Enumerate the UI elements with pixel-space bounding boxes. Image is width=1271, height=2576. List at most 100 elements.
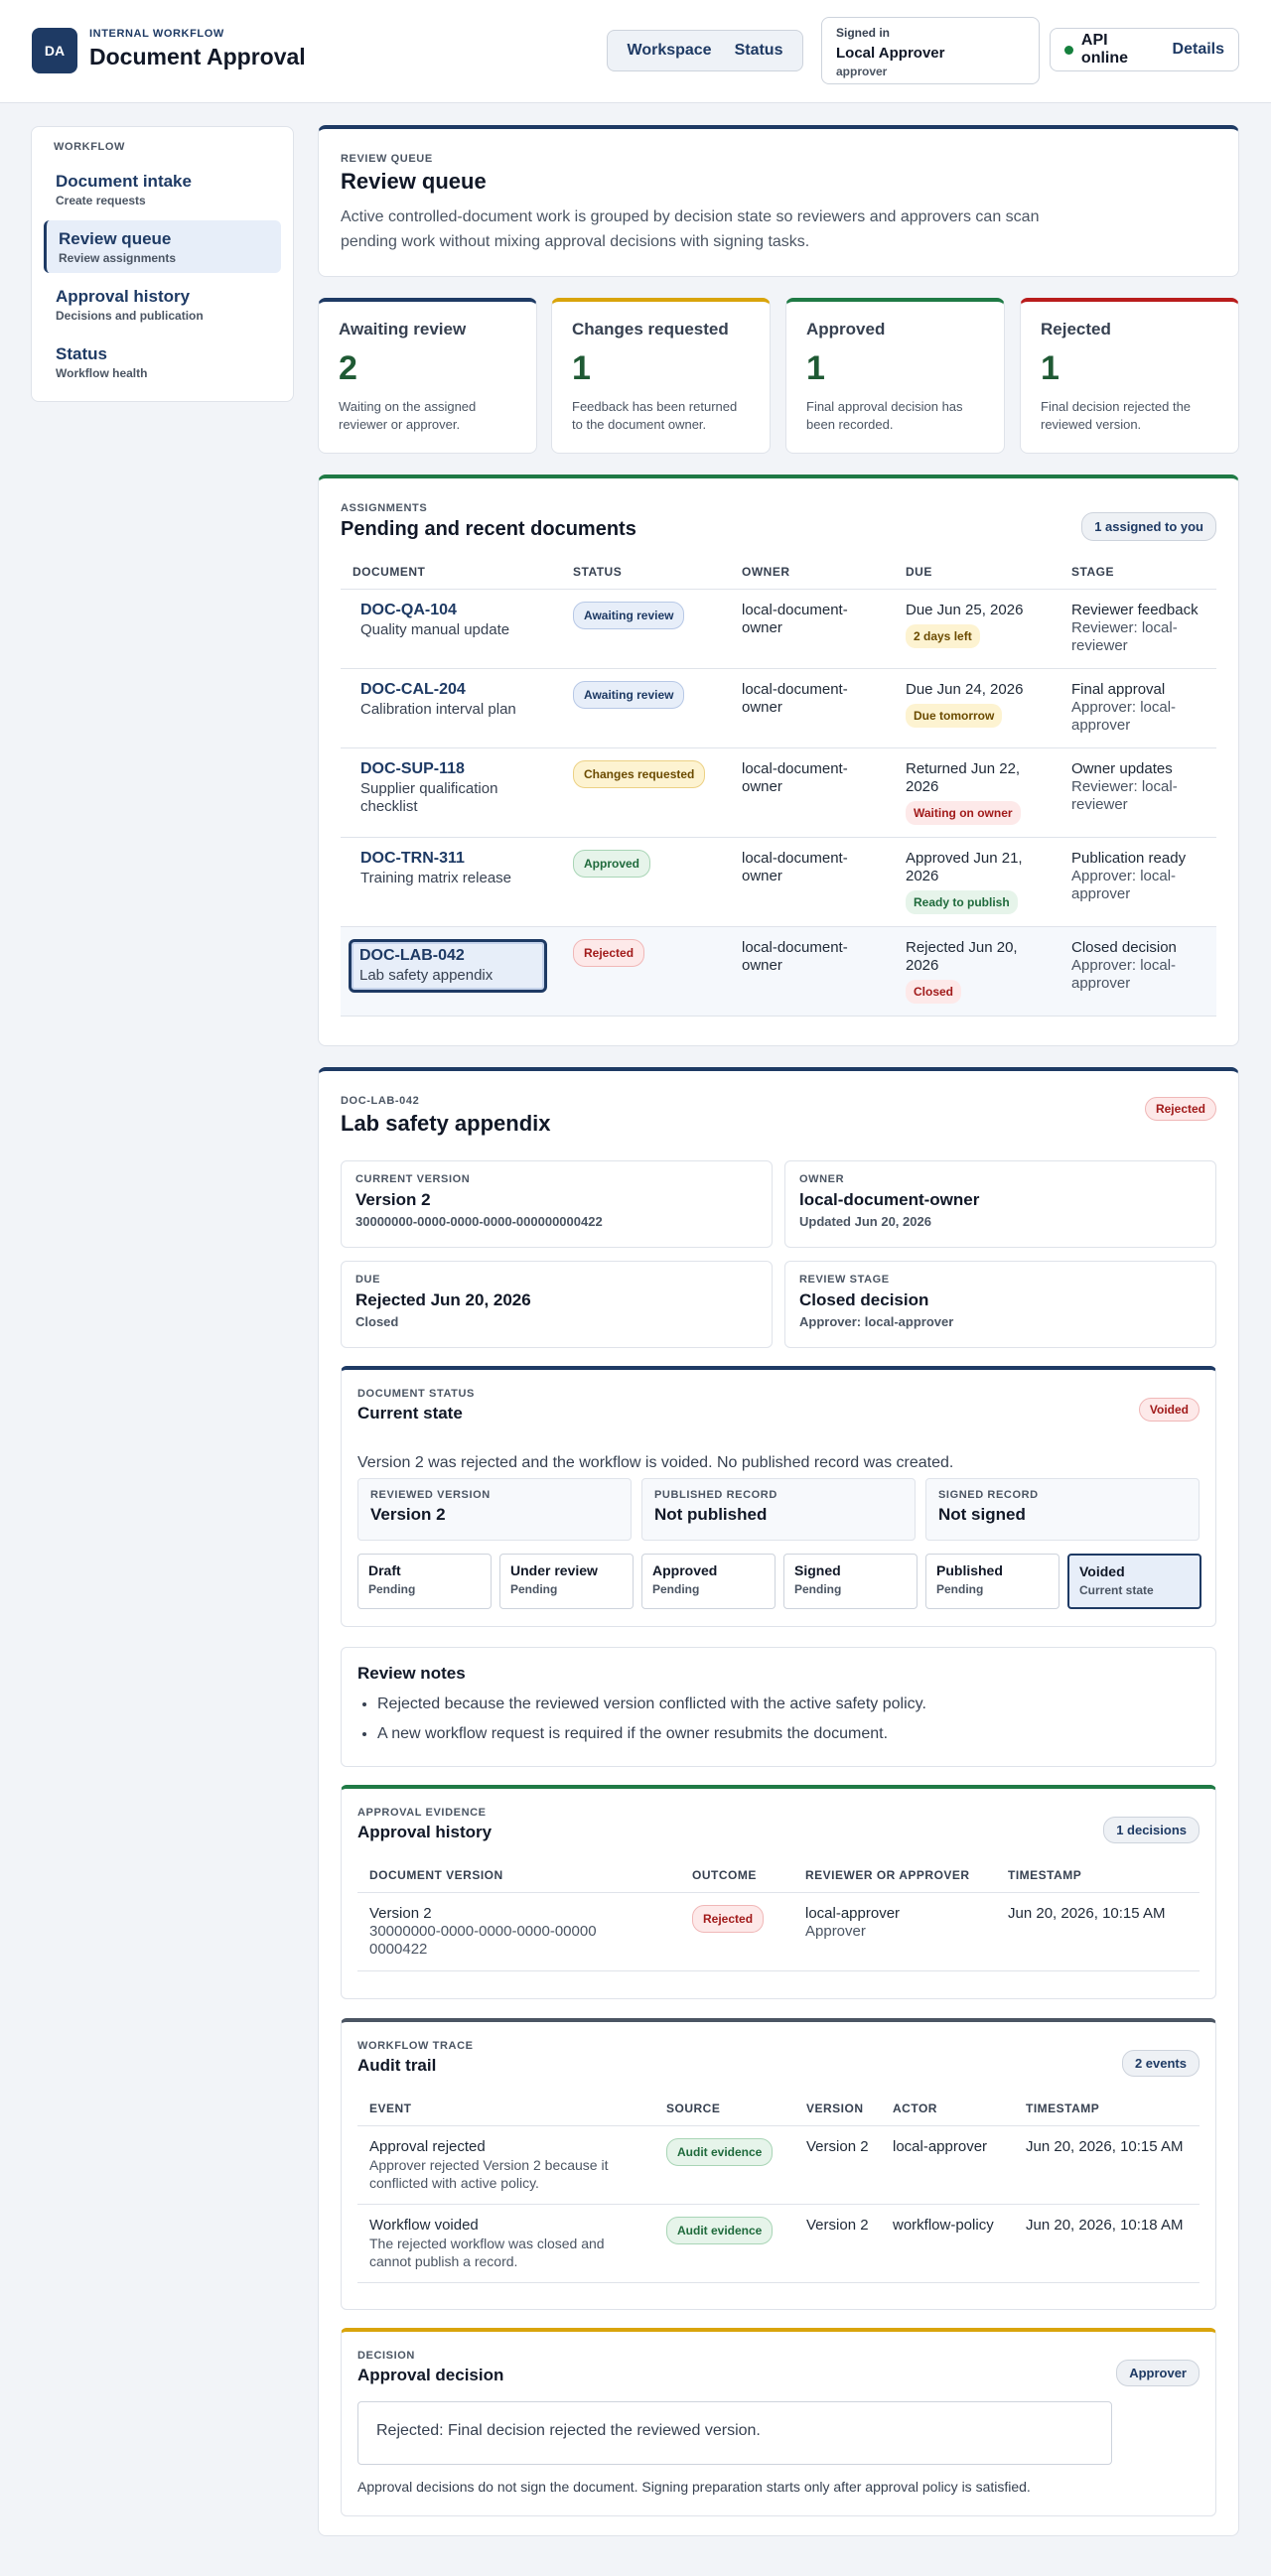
step-under-review: Under review Pending	[499, 1554, 634, 1609]
source-badge: Audit evidence	[666, 2217, 774, 2244]
stat-title: Awaiting review	[339, 320, 467, 339]
stage-sub: Approver: local-approver	[1071, 699, 1177, 734]
table-row[interactable]: DOC-TRN-311 Training matrix release Appro…	[341, 837, 1216, 927]
review-notes-title: Review notes	[357, 1664, 466, 1683]
col-event: EVENT	[357, 2092, 654, 2126]
table-row[interactable]: DOC-QA-104 Quality manual update Awaiting…	[341, 589, 1216, 669]
sidebar-item-document-intake[interactable]: Document intake Create requests	[44, 163, 281, 215]
assigned-count-badge: 1 assigned to you	[1081, 512, 1216, 541]
version-text: Version 2	[369, 1905, 432, 1922]
stage-sub: Approver: local-approver	[1071, 957, 1177, 992]
doc-id-link: DOC-LAB-042	[359, 947, 465, 964]
sidebar-item-approval-history[interactable]: Approval history Decisions and publicati…	[44, 278, 281, 331]
approval-decision-card: DECISION Approval decision Approver Reje…	[341, 2328, 1216, 2516]
approval-history-card: APPROVAL EVIDENCE Approval history 1 dec…	[341, 1785, 1216, 1999]
events-count-badge: 2 events	[1121, 2050, 1200, 2077]
col-reviewer: REVIEWER OR APPROVER	[793, 1858, 996, 1893]
current-version-box: CURRENT VERSION Version 2 30000000-0000-…	[341, 1160, 773, 1248]
doc-title: Calibration interval plan	[360, 701, 516, 718]
stage-text: Final approval	[1071, 681, 1166, 698]
sidebar-item-sub: Workflow health	[56, 366, 148, 380]
intro-title: Review queue	[341, 169, 487, 194]
due-chip: Waiting on owner	[906, 801, 1021, 825]
table-row[interactable]: DOC-CAL-204 Calibration interval plan Awa…	[341, 668, 1216, 748]
table-header-row: EVENT SOURCE VERSION ACTOR TIMESTAMP	[357, 2092, 1200, 2126]
intro-text: Active controlled-document work is group…	[341, 208, 1040, 250]
status-badge: Approved	[573, 850, 651, 878]
step-signed: Signed Pending	[783, 1554, 918, 1609]
doc-id-link[interactable]: DOC-SUP-118	[360, 760, 549, 778]
doc-id-link[interactable]: DOC-QA-104	[360, 602, 549, 619]
status-badge: Rejected	[573, 939, 645, 967]
owner-cell: local-document-owner	[730, 589, 894, 669]
stat-count: 1	[806, 349, 825, 387]
event-text: Workflow voided	[369, 2217, 479, 2234]
stat-title: Changes requested	[572, 320, 729, 339]
selected-document-button[interactable]: DOC-LAB-042 Lab safety appendix	[349, 939, 547, 993]
col-owner: OWNER	[730, 555, 894, 590]
step-draft: Draft Pending	[357, 1554, 492, 1609]
step-approved: Approved Pending	[641, 1554, 776, 1609]
document-detail-panel: DOC-LAB-042 Lab safety appendix Rejected…	[318, 1067, 1239, 2536]
nav-status-link[interactable]: Status	[735, 42, 783, 60]
doc-id-link[interactable]: DOC-CAL-204	[360, 681, 549, 699]
step-title: Under review	[510, 1562, 598, 1578]
brand-eyebrow: INTERNAL WORKFLOW	[89, 28, 224, 40]
stat-changes-requested: Changes requested 1 Feedback has been re…	[551, 298, 771, 454]
current-version-id: 30000000-0000-0000-0000-000000000422	[355, 1214, 603, 1229]
stage-text: Publication ready	[1071, 850, 1187, 867]
review-queue-intro: REVIEW QUEUE Review queue Active control…	[318, 125, 1239, 277]
published-record-box: PUBLISHED RECORD Not published	[641, 1478, 916, 1541]
mini-value: Version 2	[370, 1505, 446, 1524]
table-row: Workflow voided The rejected workflow was…	[357, 2204, 1200, 2283]
detail-title: Lab safety appendix	[341, 1111, 551, 1136]
history-title: Approval history	[357, 1823, 493, 1841]
event-text: Approval rejected	[369, 2138, 486, 2155]
intro-eyebrow: REVIEW QUEUE	[341, 153, 433, 165]
stage-text: Closed decision	[1071, 939, 1177, 956]
table-row[interactable]: DOC-SUP-118 Supplier qualification checkl…	[341, 747, 1216, 838]
stage-sub: Approver: local-approver	[1071, 868, 1177, 902]
sidebar-item-title: Status	[56, 344, 107, 363]
top-nav: Workspace Status	[607, 30, 803, 71]
actor-text: local-approver	[881, 2125, 1014, 2205]
nav-workspace-link[interactable]: Workspace	[628, 42, 712, 60]
step-title: Signed	[794, 1562, 841, 1578]
list-item: A new workflow request is required if th…	[377, 1725, 1200, 1743]
signed-in-role: approver	[836, 65, 888, 78]
stage-text: Reviewer feedback	[1071, 602, 1199, 618]
reviewer-text: local-approver	[805, 1905, 901, 1922]
step-title: Published	[936, 1562, 1003, 1578]
sidebar-item-status[interactable]: Status Workflow health	[44, 336, 281, 388]
source-badge: Audit evidence	[666, 2138, 774, 2166]
decisions-count-badge: 1 decisions	[1103, 1817, 1200, 1843]
table-row-selected[interactable]: DOC-LAB-042 Lab safety appendix Rejected …	[341, 926, 1216, 1017]
history-eyebrow: APPROVAL EVIDENCE	[357, 1807, 487, 1819]
step-state: Pending	[936, 1582, 984, 1596]
doc-title: Lab safety appendix	[359, 967, 494, 984]
owner-cell: local-document-owner	[730, 668, 894, 748]
owner-value: local-document-owner	[799, 1190, 980, 1209]
due-value: Rejected Jun 20, 2026	[355, 1290, 531, 1309]
doc-id-link[interactable]: DOC-TRN-311	[360, 850, 549, 868]
api-details-link[interactable]: Details	[1173, 41, 1224, 59]
voided-badge: Voided	[1138, 1398, 1200, 1422]
mini-label: SIGNED RECORD	[938, 1489, 1039, 1501]
sidebar-item-title: Approval history	[56, 287, 191, 306]
sidebar-item-sub: Decisions and publication	[56, 309, 204, 323]
table-header-row: DOCUMENT VERSION OUTCOME REVIEWER OR APP…	[357, 1858, 1200, 1893]
sidebar-item-title: Document intake	[56, 172, 192, 191]
timestamp-text: Jun 20, 2026, 10:18 AM	[1014, 2204, 1200, 2283]
stage-sub: Reviewer: local-reviewer	[1071, 778, 1178, 813]
info-label: CURRENT VERSION	[355, 1173, 471, 1185]
assignments-eyebrow: ASSIGNMENTS	[341, 502, 428, 514]
due-chip: Due tomorrow	[906, 704, 1003, 728]
table-row: Version 2 30000000-0000-0000-0000-0000000…	[357, 1892, 1200, 1971]
stage-sub: Reviewer: local-reviewer	[1071, 619, 1178, 654]
reviewer-role: Approver	[805, 1923, 866, 1940]
sidebar-item-review-queue[interactable]: Review queue Review assignments	[44, 220, 281, 273]
stat-count: 2	[339, 349, 357, 387]
col-version: VERSION	[794, 2092, 881, 2126]
sidebar-item-sub: Review assignments	[59, 251, 177, 265]
actor-text: workflow-policy	[881, 2204, 1014, 2283]
